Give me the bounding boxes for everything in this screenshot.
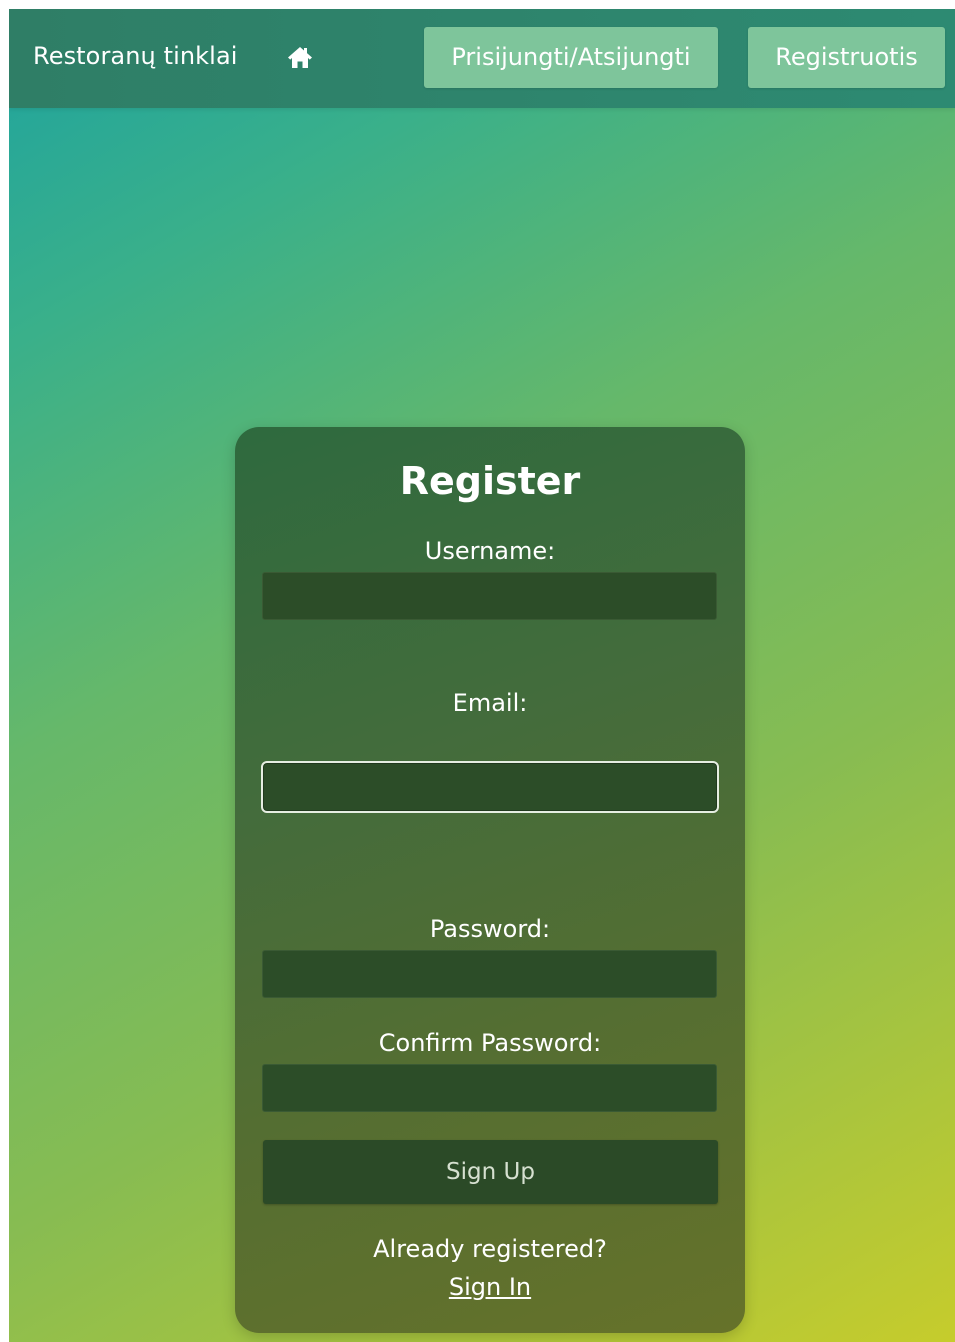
- confirm-password-input[interactable]: [262, 1064, 717, 1112]
- brand-link[interactable]: Restoranų tinklai: [33, 39, 238, 73]
- form-title: Register: [399, 459, 581, 503]
- password-label: Password:: [429, 915, 551, 943]
- username-label: Username:: [424, 537, 556, 565]
- top-navbar: Restoranų tinklai Prisijungti/Atsijungti…: [9, 9, 955, 108]
- already-registered-text: Already registered?: [373, 1235, 607, 1263]
- login-logout-button[interactable]: Prisijungti/Atsijungti: [424, 27, 718, 88]
- register-card: Register Username: Email: Password: Conf…: [235, 427, 745, 1333]
- confirm-password-label: Confirm Password:: [378, 1029, 602, 1057]
- page-background: Restoranų tinklai Prisijungti/Atsijungti…: [9, 9, 955, 1342]
- sign-up-button[interactable]: Sign Up: [263, 1140, 718, 1204]
- register-nav-button[interactable]: Registruotis: [748, 27, 945, 88]
- home-icon[interactable]: [285, 42, 315, 72]
- username-input[interactable]: [262, 572, 717, 620]
- sign-in-link[interactable]: Sign In: [235, 1271, 745, 1303]
- email-label: Email:: [452, 689, 528, 717]
- email-input[interactable]: [261, 761, 719, 813]
- password-input[interactable]: [262, 950, 717, 998]
